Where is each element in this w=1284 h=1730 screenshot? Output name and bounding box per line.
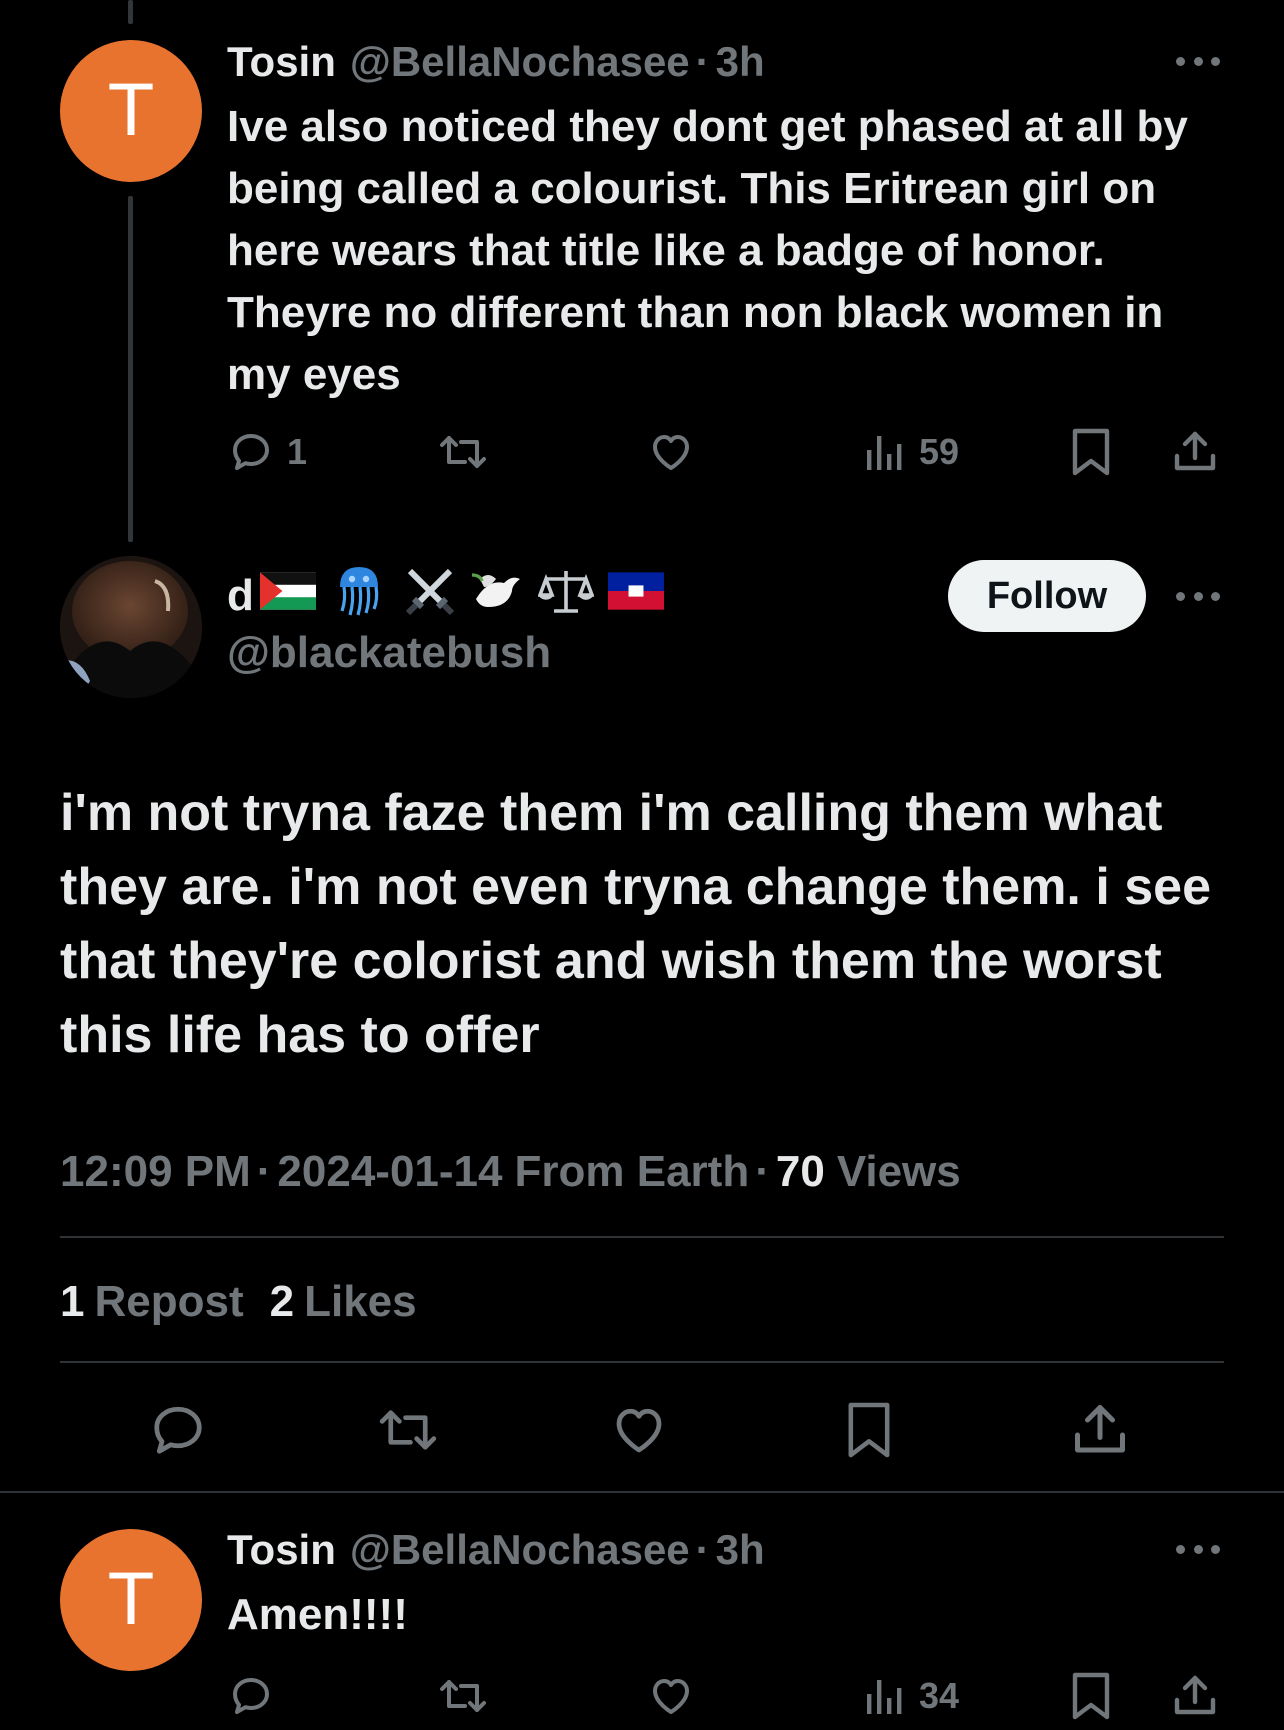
repost-count[interactable]: 1 — [60, 1277, 84, 1327]
thread-line-connector — [128, 196, 133, 542]
reply-header: Tosin @BellaNochasee · 3h — [227, 34, 765, 90]
avatar-tosin[interactable]: T — [60, 1529, 202, 1671]
share-icon — [1075, 1405, 1125, 1453]
tweet-text: Ive also noticed they dont get phased at… — [227, 102, 1188, 399]
avatar-letter: T — [109, 70, 153, 152]
more-options-icon[interactable] — [1176, 1542, 1220, 1556]
palestine-flag-icon — [259, 571, 316, 621]
display-name[interactable]: d — [227, 571, 254, 621]
user-handle[interactable]: @blackatebush — [227, 628, 551, 678]
reply-header: Tosin @BellaNochasee · 3h — [227, 1522, 765, 1578]
share-button[interactable] — [1171, 1666, 1219, 1726]
reply-button[interactable] — [146, 1398, 210, 1462]
repost-button[interactable] — [437, 422, 489, 482]
reply-icon — [233, 1678, 269, 1714]
tweet-time[interactable]: 12:09 PM — [60, 1147, 251, 1197]
like-button[interactable] — [607, 1398, 671, 1462]
haiti-flag-icon — [607, 571, 664, 621]
separator-dot: · — [695, 1526, 710, 1573]
section-divider — [0, 1491, 1284, 1493]
repost-icon — [379, 1410, 437, 1450]
display-name[interactable]: Tosin — [227, 38, 336, 86]
share-icon — [1174, 1675, 1216, 1715]
user-handle[interactable]: @BellaNochasee — [350, 38, 690, 86]
separator-dot: · — [755, 1147, 770, 1196]
divider — [60, 1361, 1224, 1363]
reply-button[interactable]: 1 — [227, 422, 307, 482]
heart-icon — [653, 435, 689, 470]
reply-icon — [154, 1406, 202, 1454]
bookmark-button[interactable] — [1069, 1666, 1113, 1726]
more-options-icon[interactable] — [1176, 589, 1220, 603]
reply-button[interactable] — [227, 1666, 275, 1726]
likes-count[interactable]: 2 — [270, 1277, 294, 1327]
timestamp[interactable]: 3h — [716, 38, 765, 86]
avatar-tosin[interactable]: T — [60, 40, 202, 182]
bookmark-button[interactable] — [837, 1398, 901, 1462]
views-count: 70 — [775, 1147, 825, 1196]
action-bar: 1 59 — [227, 422, 1227, 482]
like-button[interactable] — [647, 1666, 695, 1726]
separator-dot: · — [695, 38, 710, 85]
engagement-stats: 1 Repost 2 Likes — [60, 1270, 417, 1334]
more-options-icon[interactable] — [1176, 54, 1220, 68]
tweet-date[interactable]: 2024-01-14 — [277, 1147, 502, 1197]
profile-photo — [60, 556, 202, 698]
views-icon — [867, 436, 902, 470]
avatar-letter: T — [109, 1559, 153, 1641]
share-button[interactable] — [1068, 1398, 1132, 1462]
tweet-text: Amen!!!! — [227, 1590, 408, 1639]
bookmark-icon — [1072, 428, 1110, 476]
reply-count: 1 — [287, 431, 308, 472]
reply-icon — [233, 434, 269, 470]
thread-line-top — [128, 0, 133, 24]
repost-label[interactable]: Repost — [94, 1277, 243, 1327]
repost-button[interactable] — [437, 1666, 489, 1726]
share-icon — [1174, 431, 1216, 471]
views-label: Views — [836, 1147, 961, 1196]
divider — [60, 1236, 1224, 1238]
tweet-meta: 12:09 PM · 2024-01-14 From Earth · 70 Vi… — [60, 1140, 961, 1204]
heart-icon — [653, 1679, 689, 1714]
views-count: 34 — [919, 1675, 960, 1716]
repost-icon — [440, 436, 486, 468]
timestamp[interactable]: 3h — [716, 1526, 765, 1574]
heart-icon — [616, 1408, 662, 1453]
separator-dot: · — [256, 1147, 272, 1196]
main-header: d — [227, 560, 664, 632]
balance-scale-icon — [537, 563, 595, 630]
like-button[interactable] — [647, 422, 695, 482]
tweet-text: i'm not tryna faze them i'm calling them… — [60, 784, 1211, 1064]
share-button[interactable] — [1171, 422, 1219, 482]
display-name[interactable]: Tosin — [227, 1526, 336, 1574]
views-icon — [867, 1680, 902, 1714]
bookmark-icon — [848, 1402, 890, 1458]
bookmark-icon — [1072, 1672, 1110, 1720]
likes-label[interactable]: Likes — [304, 1277, 417, 1327]
crossed-swords-icon — [402, 563, 458, 630]
tweet-source: From Earth — [514, 1147, 750, 1196]
avatar-blackatebush[interactable] — [60, 556, 202, 698]
views-button[interactable]: 34 — [863, 1666, 959, 1726]
follow-button[interactable]: Follow — [948, 560, 1146, 632]
repost-button[interactable] — [376, 1398, 440, 1462]
bookmark-button[interactable] — [1069, 422, 1113, 482]
views-button[interactable]: 59 — [863, 422, 959, 482]
views-count: 59 — [919, 431, 960, 472]
action-bar: 34 — [227, 1666, 1227, 1726]
jellyfish-icon — [334, 563, 384, 630]
dove-icon — [468, 563, 524, 630]
repost-icon — [440, 1680, 486, 1712]
user-handle[interactable]: @BellaNochasee — [350, 1526, 690, 1574]
